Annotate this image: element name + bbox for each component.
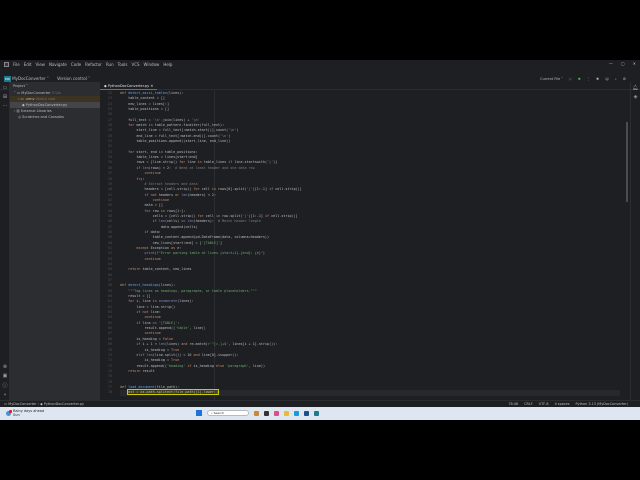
- tree-item-label: Scratches and Consoles: [22, 115, 64, 119]
- left-tool-strip: ▭ ⊞ ⋯ ⊗ ▣ ⓘ ⑂: [0, 82, 10, 400]
- task-view-icon[interactable]: [264, 410, 269, 416]
- search-placeholder: Search: [213, 411, 224, 415]
- breadcrumb: ▭ MyDocConverter › ◆ PythonDocConverter.…: [4, 402, 84, 406]
- menu-vcs[interactable]: VCS: [131, 62, 139, 67]
- editor-scrollbar[interactable]: [626, 122, 628, 202]
- menu-navigate[interactable]: Navigate: [49, 62, 67, 67]
- tree-item-scratches[interactable]: ◎ Scratches and Consoles: [10, 114, 100, 120]
- close-button[interactable]: ✕: [633, 61, 636, 66]
- copilot-icon[interactable]: [274, 410, 279, 416]
- minimize-button[interactable]: —: [609, 61, 613, 66]
- project-panel-title: Project: [13, 84, 25, 88]
- account-icon[interactable]: ☺: [605, 77, 609, 81]
- search-everywhere-icon[interactable]: ⌕: [615, 77, 617, 81]
- status-bar: ▭ MyDocConverter › ◆ PythonDocConverter.…: [0, 400, 640, 407]
- menu-file[interactable]: File: [13, 62, 20, 67]
- menu-bar: File Edit View Navigate Code Refactor Ru…: [0, 60, 640, 68]
- editor-tab[interactable]: ◆ PythonDocConverter.py ✕: [100, 82, 158, 90]
- notifications-icon[interactable]: 🔔︎: [631, 85, 640, 91]
- ai-assistant-icon[interactable]: ◈: [631, 94, 640, 100]
- start-button[interactable]: [196, 410, 202, 416]
- project-panel-header[interactable]: Project ˅: [10, 82, 100, 90]
- python-interpreter[interactable]: Python 3.13 (MyDocConverter): [576, 402, 628, 406]
- debug-icon[interactable]: ✱: [578, 77, 581, 81]
- line-number: 78: [107, 390, 112, 395]
- project-folder-icon[interactable]: ▭: [0, 85, 10, 91]
- windows-taskbar: Rainy days ahead Sun ⌕ Search: [0, 407, 640, 420]
- breadcrumb-file[interactable]: PythonDocConverter.py: [44, 402, 84, 406]
- code-line[interactable]: ext = os.path.splitext(file_path)[1].low…: [120, 389, 620, 396]
- version-control-widget[interactable]: Version control ˅: [57, 76, 90, 81]
- tree-item-path: C:\Us: [51, 91, 61, 95]
- tree-item-meta: library root: [35, 97, 56, 101]
- weather-icon: [6, 409, 12, 416]
- widgets-icon[interactable]: [254, 410, 259, 416]
- indent-setting[interactable]: 4 spaces: [555, 402, 570, 406]
- app-logo-icon: [4, 61, 9, 67]
- editor-tabs: ◆ PythonDocConverter.py ✕: [100, 82, 630, 90]
- menu-window[interactable]: Window: [144, 62, 160, 67]
- settings-gear-icon[interactable]: ⚙: [623, 77, 626, 81]
- menu-edit[interactable]: Edit: [24, 62, 32, 67]
- line-ending[interactable]: CRLF: [524, 402, 533, 406]
- run-config-label: Current File: [540, 77, 561, 81]
- ide-window: File Edit View Navigate Code Refactor Ru…: [0, 60, 640, 407]
- code-area[interactable]: def detect_ascii_tables(lines): table_co…: [120, 91, 620, 396]
- file-explorer-icon[interactable]: [284, 410, 289, 416]
- tree-item-label: PythonDocConverter.py: [25, 103, 68, 107]
- caret-position[interactable]: 78:48: [508, 402, 518, 406]
- python-packages-icon[interactable]: ⊗: [0, 364, 10, 370]
- python-console-icon[interactable]: ▣: [0, 373, 10, 379]
- line-number-gutter: 22 23 24 25 26 27 28 29 30 31 32 33 34 35 36 37 38 39 40 41…: [100, 91, 114, 400]
- run-icon[interactable]: ▷: [569, 77, 572, 81]
- maximize-button[interactable]: ▢: [621, 61, 625, 66]
- weather-widget[interactable]: Rainy days ahead Sun: [6, 409, 44, 417]
- tree-item-label: External Libraries: [20, 109, 52, 113]
- code-editor[interactable]: ◆ PythonDocConverter.py ✕ 22 23 24 25 26 27 28…: [100, 82, 630, 400]
- ai-icon[interactable]: ✺: [596, 77, 599, 81]
- taskbar-search[interactable]: ⌕ Search: [207, 410, 249, 416]
- menu-tools[interactable]: Tools: [118, 62, 128, 67]
- right-tool-strip: 🔔︎ ◈: [630, 82, 640, 400]
- problems-icon[interactable]: ⓘ: [0, 382, 10, 389]
- more-tools-icon[interactable]: ⋯: [0, 103, 10, 109]
- project-widget[interactable]: MD MyDocConverter ˅: [4, 76, 49, 82]
- git-icon[interactable]: ⑂: [0, 392, 10, 398]
- breadcrumb-project[interactable]: MyDocConverter: [8, 402, 36, 406]
- project-name: MyDocConverter: [12, 76, 46, 81]
- tree-item-label: .venv: [24, 97, 35, 101]
- store-icon[interactable]: [304, 410, 309, 416]
- menu-code[interactable]: Code: [71, 62, 81, 67]
- more-icon[interactable]: ⋮: [587, 77, 591, 81]
- menu-run[interactable]: Run: [106, 62, 114, 67]
- version-control-label: Version control: [56, 76, 87, 81]
- structure-icon[interactable]: ⊞: [0, 94, 10, 100]
- project-panel: Project ˅ ˅ ▭ MyDocConverter C:\Us › ▭ .…: [10, 82, 100, 400]
- menu-view[interactable]: View: [35, 62, 45, 67]
- menu-refactor[interactable]: Refactor: [85, 62, 102, 67]
- edge-icon[interactable]: [294, 410, 299, 416]
- tree-item-label: MyDocConverter: [21, 91, 51, 95]
- editor-tab-label: PythonDocConverter.py: [107, 83, 150, 88]
- weather-subtitle: Sun: [13, 413, 20, 417]
- file-encoding[interactable]: UTF-8: [539, 402, 549, 406]
- project-tree: ˅ ▭ MyDocConverter C:\Us › ▭ .venv libra…: [10, 90, 100, 120]
- menu-help[interactable]: Help: [163, 62, 172, 67]
- pycharm-icon[interactable]: [314, 410, 319, 416]
- run-config-select[interactable]: Current File ˅: [540, 77, 563, 81]
- breadcrumb-separator: ›: [37, 402, 40, 406]
